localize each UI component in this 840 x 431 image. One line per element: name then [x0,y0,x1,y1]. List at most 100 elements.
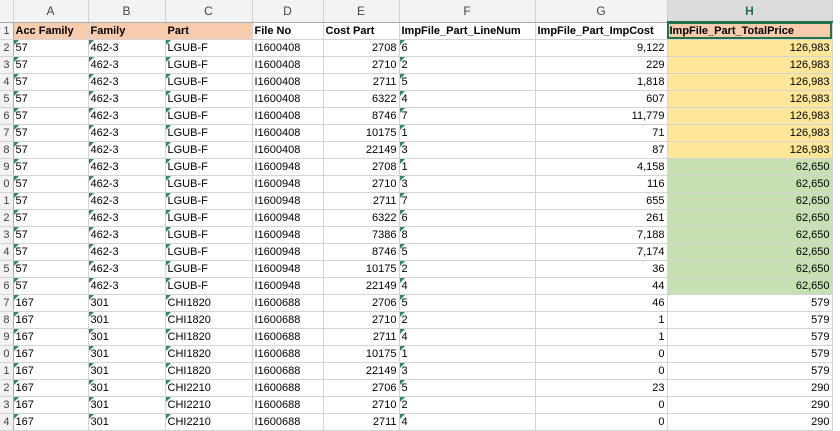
data-cell[interactable]: 126,983 [667,39,833,57]
column-header-g[interactable]: G [535,0,668,23]
data-cell[interactable]: 22149 [323,362,400,380]
data-cell[interactable]: 23 [535,379,668,397]
row-number[interactable]: 0 [0,175,14,193]
data-cell[interactable]: LGUB-F [165,56,253,74]
row-number[interactable]: 3 [0,56,14,74]
data-cell[interactable]: 126,983 [667,141,833,159]
data-cell[interactable]: 57 [13,90,89,108]
data-cell[interactable]: 579 [667,294,833,312]
data-cell[interactable]: 57 [13,124,89,142]
data-cell[interactable]: 229 [535,56,668,74]
data-cell[interactable]: 5 [399,379,536,397]
row-number[interactable]: 2 [0,209,14,227]
data-cell[interactable]: LGUB-F [165,124,253,142]
data-cell[interactable]: 3 [399,141,536,159]
data-cell[interactable]: 462-3 [88,158,166,176]
header-cell-cost-part[interactable]: Cost Part [323,22,400,40]
header-cell-file-no[interactable]: File No [252,22,324,40]
data-cell[interactable]: 167 [13,345,89,363]
data-cell[interactable]: CHI2210 [165,396,253,414]
data-cell[interactable]: CHI1820 [165,345,253,363]
data-cell[interactable]: 126,983 [667,107,833,125]
data-cell[interactable]: 261 [535,209,668,227]
data-cell[interactable]: 4,158 [535,158,668,176]
data-cell[interactable]: CHI1820 [165,328,253,346]
data-cell[interactable]: 5 [399,73,536,91]
data-cell[interactable]: 57 [13,107,89,125]
data-cell[interactable]: 57 [13,192,89,210]
data-cell[interactable]: 462-3 [88,175,166,193]
data-cell[interactable]: I1600948 [252,192,324,210]
data-cell[interactable]: 6322 [323,209,400,227]
data-cell[interactable]: LGUB-F [165,243,253,261]
data-cell[interactable]: 301 [88,311,166,329]
data-cell[interactable]: 0 [535,396,668,414]
data-cell[interactable]: 579 [667,345,833,363]
data-cell[interactable]: 462-3 [88,277,166,295]
data-cell[interactable]: I1600408 [252,39,324,57]
row-number[interactable]: 2 [0,39,14,57]
row-number[interactable]: 9 [0,158,14,176]
data-cell[interactable]: 6 [399,209,536,227]
row-number[interactable]: 3 [0,396,14,414]
data-cell[interactable]: 462-3 [88,192,166,210]
data-cell[interactable]: I1600688 [252,311,324,329]
data-cell[interactable]: 126,983 [667,90,833,108]
data-cell[interactable]: 7,188 [535,226,668,244]
row-number[interactable]: 4 [0,243,14,261]
header-cell-family[interactable]: Family [88,22,166,40]
data-cell[interactable]: 62,650 [667,226,833,244]
data-cell[interactable]: 301 [88,345,166,363]
data-cell[interactable]: 4 [399,328,536,346]
data-cell[interactable]: 4 [399,413,536,431]
data-cell[interactable]: LGUB-F [165,209,253,227]
data-cell[interactable]: LGUB-F [165,192,253,210]
worksheet-table[interactable]: ABCDEFGH 1 Acc Family Family Part File No Cos… [0,0,833,431]
row-number[interactable]: 0 [0,345,14,363]
data-cell[interactable]: 1 [535,328,668,346]
data-cell[interactable]: 8 [399,226,536,244]
data-cell[interactable]: I1600688 [252,294,324,312]
row-number[interactable]: 6 [0,107,14,125]
data-cell[interactable]: CHI1820 [165,362,253,380]
data-cell[interactable]: 0 [535,362,668,380]
data-cell[interactable]: LGUB-F [165,175,253,193]
data-cell[interactable]: I1600688 [252,328,324,346]
data-cell[interactable]: I1600408 [252,56,324,74]
data-cell[interactable]: 57 [13,243,89,261]
data-cell[interactable]: 2710 [323,396,400,414]
row-number[interactable]: 5 [0,90,14,108]
data-cell[interactable]: 22149 [323,141,400,159]
data-cell[interactable]: 301 [88,362,166,380]
data-cell[interactable]: 2 [399,56,536,74]
data-cell[interactable]: I1600948 [252,243,324,261]
data-cell[interactable]: 290 [667,396,833,414]
data-cell[interactable]: LGUB-F [165,73,253,91]
data-cell[interactable]: 301 [88,294,166,312]
data-cell[interactable]: 6322 [323,90,400,108]
data-cell[interactable]: 10175 [323,345,400,363]
data-cell[interactable]: I1600688 [252,345,324,363]
row-number[interactable]: 1 [0,192,14,210]
data-cell[interactable]: 7 [399,107,536,125]
data-cell[interactable]: 116 [535,175,668,193]
header-cell-impfile-part-totalprice[interactable]: ImpFile_Part_TotalPrice [667,22,833,40]
data-cell[interactable]: 2708 [323,158,400,176]
data-cell[interactable]: 1 [399,124,536,142]
data-cell[interactable]: 57 [13,226,89,244]
row-number[interactable]: 4 [0,413,14,431]
data-cell[interactable]: I1600688 [252,413,324,431]
data-cell[interactable]: 462-3 [88,243,166,261]
data-cell[interactable]: I1600948 [252,260,324,278]
data-cell[interactable]: LGUB-F [165,141,253,159]
column-header-c[interactable]: C [165,0,253,23]
data-cell[interactable]: 0 [535,345,668,363]
data-cell[interactable]: 6 [399,39,536,57]
data-cell[interactable]: I1600948 [252,158,324,176]
data-cell[interactable]: 167 [13,413,89,431]
data-cell[interactable]: I1600948 [252,175,324,193]
data-cell[interactable]: 2710 [323,56,400,74]
row-number[interactable]: 3 [0,226,14,244]
data-cell[interactable]: 46 [535,294,668,312]
data-cell[interactable]: 607 [535,90,668,108]
